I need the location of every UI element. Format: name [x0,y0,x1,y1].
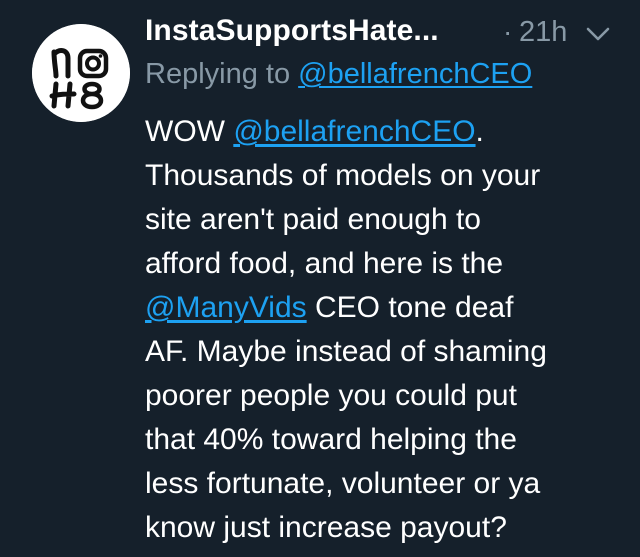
tweet-body: WOW @bellafrenchCEO. Thousands of models… [145,110,615,550]
body-text: WOW [145,115,234,148]
tweet-header: InstaSupportsHate... · 21h [145,12,625,56]
body-text: . [475,115,484,148]
body-line: know just increase payout? [145,511,507,544]
replying-to: Replying to @bellafrenchCEO [145,58,532,91]
body-line: that 40% toward helping the [145,423,517,456]
body-line: Thousands of models on your [145,159,541,192]
body-line: afford food, and here is the [145,247,504,280]
avatar[interactable] [32,24,130,122]
body-line: site aren't paid enough to [145,203,481,236]
separator-dot: · [503,16,513,47]
timestamp[interactable]: 21h [519,16,567,49]
reply-handle-link[interactable]: @bellafrenchCEO [298,58,532,90]
mention-link-bellafrenchceo[interactable]: @bellafrenchCEO [233,115,475,148]
body-line: @ManyVids CEO tone deaf [145,286,615,330]
mention-link-manyvids[interactable]: @ManyVids [145,291,307,324]
chevron-down-icon[interactable] [585,24,611,44]
display-name[interactable]: InstaSupportsHate... [145,14,439,48]
tweet[interactable]: InstaSupportsHate... · 21h Replying to @… [0,0,640,557]
body-line: poorer people you could put [145,379,517,412]
body-line: AF. Maybe instead of shaming [145,335,547,368]
no-h8-logo [32,24,130,122]
body-line: less fortunate, volunteer or ya [145,467,541,500]
reply-prefix: Replying to [145,58,299,90]
body-text: CEO tone deaf [306,291,514,324]
body-line: WOW @bellafrenchCEO. [145,110,615,154]
